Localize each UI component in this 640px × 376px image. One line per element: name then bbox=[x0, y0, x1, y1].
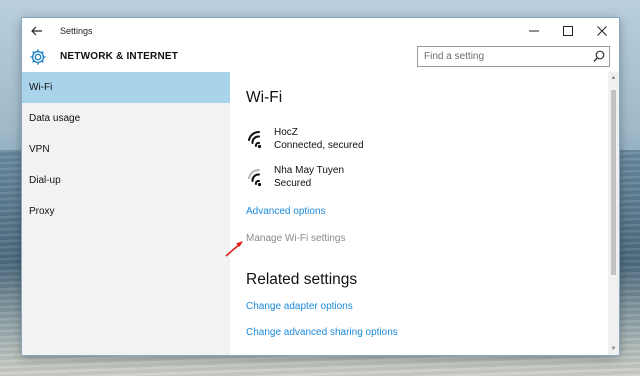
network-name: Nha May Tuyen bbox=[274, 165, 345, 176]
window-controls bbox=[517, 18, 619, 44]
sidebar-item-wifi[interactable]: Wi-Fi bbox=[22, 72, 230, 103]
settings-window: Settings NETWORK & INTERNET Find a setti… bbox=[22, 18, 619, 355]
section-heading-wifi: Wi-Fi bbox=[246, 89, 283, 106]
maximize-icon bbox=[563, 26, 573, 36]
arrow-left-icon bbox=[31, 26, 42, 36]
search-input[interactable] bbox=[418, 51, 588, 62]
main-content: Wi-Fi HocZ Connected, secured Nha May Tu… bbox=[230, 72, 608, 355]
sidebar-item-label: VPN bbox=[29, 144, 50, 155]
sidebar-item-proxy[interactable]: Proxy bbox=[22, 196, 230, 227]
network-item-nha-may-tuyen[interactable]: Nha May Tuyen Secured bbox=[246, 164, 344, 190]
window-title: Settings bbox=[60, 26, 93, 36]
scroll-thumb[interactable] bbox=[611, 90, 616, 275]
change-advanced-sharing-link[interactable]: Change advanced sharing options bbox=[246, 327, 398, 338]
close-button[interactable] bbox=[585, 18, 619, 44]
maximize-button[interactable] bbox=[551, 18, 585, 44]
close-icon bbox=[597, 26, 607, 36]
page-title: NETWORK & INTERNET bbox=[60, 51, 179, 62]
sidebar-item-label: Data usage bbox=[29, 113, 81, 124]
sidebar-item-label: Dial-up bbox=[29, 175, 61, 186]
network-name: HocZ bbox=[274, 127, 298, 138]
gear-icon bbox=[30, 49, 46, 65]
scrollbar[interactable]: ▲ ▼ bbox=[608, 72, 619, 355]
annotation-arrow-icon bbox=[225, 241, 243, 257]
minimize-button[interactable] bbox=[517, 18, 551, 44]
network-status: Secured bbox=[274, 178, 312, 189]
search-icon[interactable] bbox=[593, 50, 605, 63]
sidebar-item-label: Wi-Fi bbox=[29, 82, 53, 93]
minimize-icon bbox=[529, 30, 539, 32]
network-status: Connected, secured bbox=[274, 140, 364, 151]
advanced-options-link[interactable]: Advanced options bbox=[246, 206, 326, 217]
sidebar: Wi-Fi Data usage VPN Dial-up Proxy bbox=[22, 72, 230, 355]
scroll-up-icon[interactable]: ▲ bbox=[608, 74, 619, 82]
sidebar-item-data-usage[interactable]: Data usage bbox=[22, 103, 230, 134]
wifi-medium-icon bbox=[248, 168, 262, 187]
title-bar: Settings bbox=[22, 18, 619, 44]
back-button[interactable] bbox=[22, 18, 52, 44]
section-heading-related: Related settings bbox=[246, 271, 358, 288]
sidebar-item-dial-up[interactable]: Dial-up bbox=[22, 165, 230, 196]
network-item-hocz[interactable]: HocZ Connected, secured bbox=[246, 126, 364, 152]
wifi-full-icon bbox=[248, 130, 262, 149]
settings-header: NETWORK & INTERNET bbox=[22, 44, 619, 72]
sidebar-item-label: Proxy bbox=[29, 206, 55, 217]
change-adapter-options-link[interactable]: Change adapter options bbox=[246, 301, 353, 312]
scroll-down-icon[interactable]: ▼ bbox=[608, 345, 619, 353]
manage-wifi-settings-link[interactable]: Manage Wi-Fi settings bbox=[246, 233, 345, 244]
sidebar-item-vpn[interactable]: VPN bbox=[22, 134, 230, 165]
search-box[interactable] bbox=[417, 46, 610, 67]
